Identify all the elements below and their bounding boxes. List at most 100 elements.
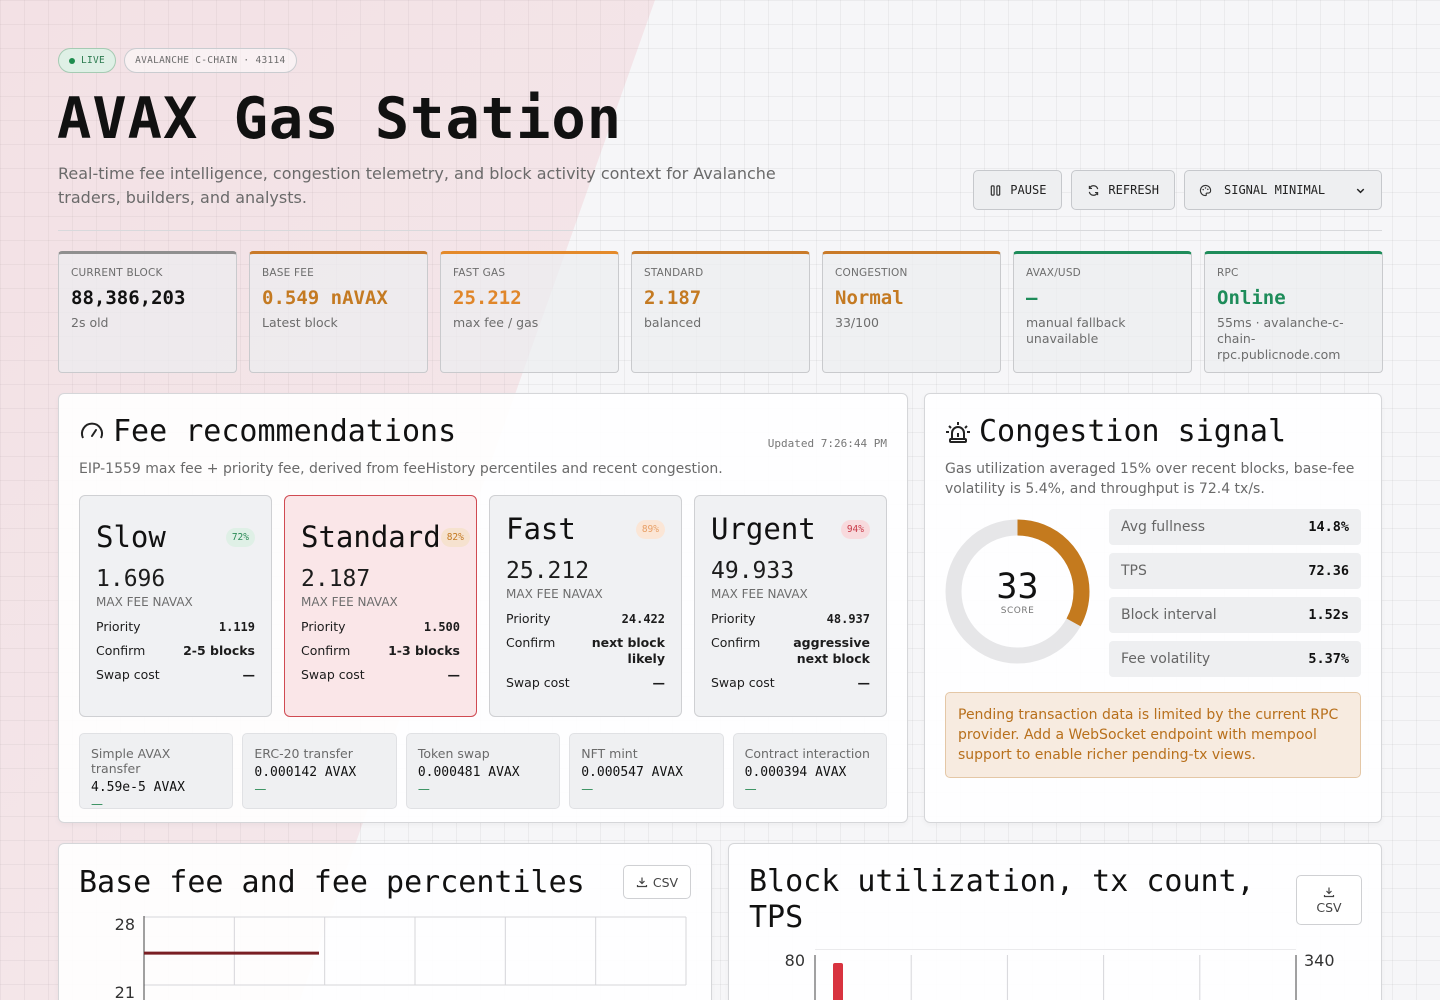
tx-cost-value: 0.000142 AVAX bbox=[254, 765, 357, 780]
refresh-button[interactable]: REFRESH bbox=[1071, 170, 1175, 210]
stat-sub: Latest block bbox=[262, 315, 338, 330]
base-fee-csv-button[interactable]: CSV bbox=[623, 865, 691, 899]
tx-cost-label: Simple AVAX transfer bbox=[91, 746, 171, 776]
confirm-value: aggressive next block bbox=[793, 635, 870, 666]
congestion-panel-header: Congestion signal bbox=[945, 414, 1361, 449]
confirm-label: Confirm bbox=[506, 635, 556, 650]
tx-cost-card: Contract interaction 0.000394 AVAX — bbox=[732, 733, 888, 809]
tier-card-slow[interactable]: Slow 72% 1.696 MAX FEE NAVAX Priority 1.1… bbox=[79, 495, 272, 717]
live-label: LIVE bbox=[81, 55, 106, 66]
tier-name: Urgent bbox=[711, 512, 816, 546]
page-subtitle: Real-time fee intelligence, congestion t… bbox=[58, 164, 776, 207]
siren-icon bbox=[946, 421, 970, 443]
tier-card-fast[interactable]: Fast 89% 25.212 MAX FEE NAVAX Priority 24… bbox=[489, 495, 682, 717]
base-fee-chart-panel: Base fee and fee percentiles CSV 28 21 bbox=[58, 843, 712, 1000]
metric-value: 72.36 bbox=[1308, 563, 1349, 579]
refresh-icon bbox=[1089, 184, 1099, 196]
swap-cost-label: Swap cost bbox=[96, 667, 160, 682]
fee-panel-header: Fee recommendations bbox=[79, 414, 887, 449]
tier-card-urgent[interactable]: Urgent 94% 49.933 MAX FEE NAVAX Priority… bbox=[694, 495, 887, 717]
pause-icon bbox=[991, 184, 1001, 196]
congestion-panel-title: Congestion signal bbox=[979, 414, 1287, 449]
stat-value: 25.212 bbox=[453, 287, 522, 309]
header-divider bbox=[58, 230, 1382, 231]
tx-cost-label: NFT mint bbox=[581, 746, 638, 761]
stat-card: CURRENT BLOCK 88,386,203 2s old bbox=[58, 251, 237, 373]
tx-cost-usd: — bbox=[744, 782, 757, 796]
updated-timestamp: Updated 7:26:44 PM bbox=[767, 437, 887, 450]
confirm-label: Confirm bbox=[96, 643, 146, 658]
priority-value: 24.422 bbox=[621, 612, 665, 626]
priority-value: 1.119 bbox=[218, 620, 255, 634]
confirm-value: next block likely bbox=[591, 635, 665, 666]
stat-label: FAST GAS bbox=[453, 267, 506, 279]
tx-cost-value: 0.000481 AVAX bbox=[417, 765, 520, 780]
utilization-bar bbox=[833, 963, 843, 1000]
tier-unit: MAX FEE NAVAX bbox=[301, 595, 398, 609]
stat-label: CONGESTION bbox=[835, 267, 908, 279]
swap-cost-label: Swap cost bbox=[711, 675, 775, 690]
stat-value: 0.549 nAVAX bbox=[262, 287, 388, 309]
tier-card-standard[interactable]: Standard 82% 2.187 MAX FEE NAVAX Priorit… bbox=[284, 495, 477, 717]
priority-value: 1.500 bbox=[423, 620, 460, 634]
block-csv-button[interactable]: CSV bbox=[1296, 875, 1362, 925]
stat-label: CURRENT BLOCK bbox=[71, 267, 163, 279]
y-tick-label: 21 bbox=[115, 983, 135, 1000]
stat-label: AVAX/USD bbox=[1026, 267, 1081, 279]
chain-label: AVALANCHE C-CHAIN · 43114 bbox=[135, 55, 286, 66]
chevron-down-icon bbox=[1356, 188, 1365, 193]
metric-label: TPS bbox=[1121, 563, 1147, 579]
pause-button[interactable]: PAUSE bbox=[973, 170, 1063, 210]
y-tick-label-left: 80 bbox=[785, 951, 805, 970]
stat-label: BASE FEE bbox=[262, 267, 314, 279]
metric-row: Block interval 1.52s bbox=[1109, 597, 1361, 633]
confirm-label: Confirm bbox=[301, 643, 351, 658]
palette-icon bbox=[1199, 184, 1212, 196]
metric-label: Block interval bbox=[1121, 607, 1217, 623]
stat-value: — bbox=[1026, 287, 1038, 309]
pause-label: PAUSE bbox=[1010, 183, 1047, 197]
stat-card: FAST GAS 25.212 max fee / gas bbox=[440, 251, 619, 373]
block-chart-title: Block utilization, tx count, TPS bbox=[749, 864, 1255, 935]
tx-cost-card: ERC-20 transfer 0.000142 AVAX — bbox=[242, 733, 397, 809]
live-badge: LIVE bbox=[58, 48, 117, 73]
tier-percentile-badge: 82% bbox=[440, 527, 470, 547]
tx-cost-label: Token swap bbox=[417, 746, 490, 761]
tier-max-fee: 1.696 bbox=[96, 566, 166, 592]
tx-cost-usd: — bbox=[417, 782, 430, 796]
tier-percentile-badge: 89% bbox=[635, 519, 665, 539]
metric-value: 1.52s bbox=[1308, 607, 1349, 623]
csv-label: CSV bbox=[652, 874, 679, 890]
tx-cost-usd: — bbox=[254, 782, 267, 796]
confirm-value: 2-5 blocks bbox=[183, 643, 255, 658]
tx-cost-row: Simple AVAX transfer 4.59e-5 AVAX — ERC-… bbox=[79, 733, 888, 811]
stat-sub: 55ms · avalanche-c-chain-rpc.publicnode.… bbox=[1217, 315, 1344, 362]
priority-value: 48.937 bbox=[826, 612, 870, 626]
header-controls: PAUSE REFRESH SIGNAL MINIMAL bbox=[973, 170, 1382, 210]
tx-cost-card: NFT mint 0.000547 AVAX — bbox=[569, 733, 724, 809]
tier-name: Slow bbox=[96, 520, 166, 554]
stat-value: Normal bbox=[835, 287, 904, 309]
fee-tiers: Slow 72% 1.696 MAX FEE NAVAX Priority 1.1… bbox=[79, 495, 887, 717]
stat-value: 2.187 bbox=[644, 287, 702, 309]
tier-max-fee: 49.933 bbox=[711, 558, 795, 584]
swap-cost-value: — bbox=[857, 675, 871, 690]
swap-cost-label: Swap cost bbox=[301, 667, 365, 682]
priority-label: Priority bbox=[96, 619, 141, 634]
metric-row: Avg fullness 14.8% bbox=[1109, 509, 1361, 545]
tx-cost-card: Token swap 0.000481 AVAX — bbox=[405, 733, 561, 809]
fee-recommendations-panel: Fee recommendations Updated 7:26:44 PM E… bbox=[58, 393, 908, 823]
metric-label: Fee volatility bbox=[1121, 651, 1211, 667]
tier-max-fee: 2.187 bbox=[301, 566, 371, 592]
fee-panel-description: EIP-1559 max fee + priority fee, derived… bbox=[79, 461, 723, 477]
swap-cost-label: Swap cost bbox=[506, 675, 570, 690]
stat-sub: max fee / gas bbox=[453, 315, 539, 330]
tx-cost-label: ERC-20 transfer bbox=[254, 746, 353, 761]
y-tick-label-right: 340 bbox=[1304, 951, 1335, 970]
theme-select[interactable]: SIGNAL MINIMAL bbox=[1184, 170, 1382, 210]
stats-row: CURRENT BLOCK 88,386,203 2s old BASE FEE… bbox=[58, 251, 1383, 373]
swap-cost-value: — bbox=[242, 667, 256, 682]
metric-label: Avg fullness bbox=[1121, 519, 1206, 535]
stat-sub: 2s old bbox=[71, 315, 109, 330]
gauge-score-label: SCORE bbox=[1000, 605, 1035, 616]
